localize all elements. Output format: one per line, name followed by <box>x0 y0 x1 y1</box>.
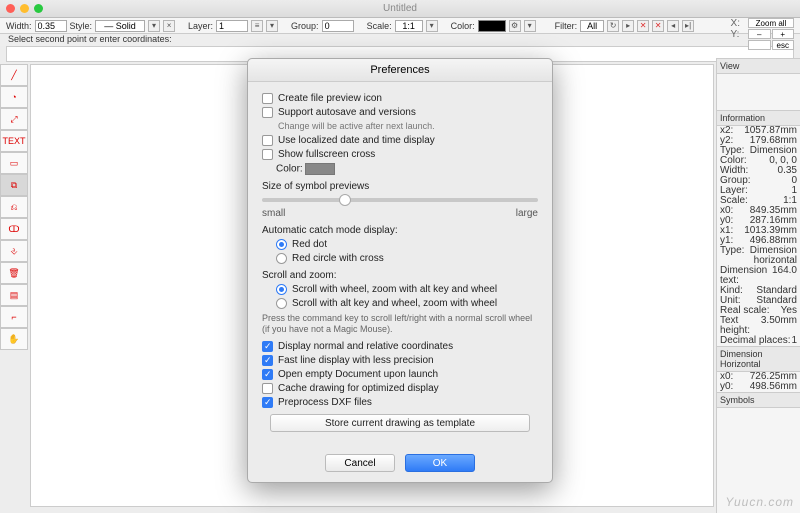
radio-red-dot[interactable]: Red dot <box>276 239 538 250</box>
pref-dxf[interactable]: Preprocess DXF files <box>262 397 538 408</box>
auto-catch-label: Automatic catch mode display: <box>262 225 538 236</box>
scroll-zoom-label: Scroll and zoom: <box>262 270 538 281</box>
small-label: small <box>262 208 285 219</box>
size-label: Size of symbol previews <box>262 181 538 192</box>
large-label: large <box>516 208 538 219</box>
radio-scroll-wheel[interactable]: Scroll with wheel, zoom with alt key and… <box>276 284 538 295</box>
pref-fastline[interactable]: Fast line display with less precision <box>262 355 538 366</box>
preferences-dialog: Preferences Create file preview icon Sup… <box>247 58 553 483</box>
cross-color-label: Color: <box>276 164 303 175</box>
cross-color-swatch[interactable] <box>305 163 335 175</box>
radio-scroll-alt[interactable]: Scroll with alt key and wheel, zoom with… <box>276 298 538 309</box>
radio-red-circle[interactable]: Red circle with cross <box>276 253 538 264</box>
cross-color-row: Color: <box>276 163 538 175</box>
pref-open-empty[interactable]: Open empty Document upon launch <box>262 369 538 380</box>
store-template-button[interactable]: Store current drawing as template <box>270 414 530 432</box>
ok-button[interactable]: OK <box>405 454 475 472</box>
modal-backdrop: Preferences Create file preview icon Sup… <box>0 0 800 513</box>
pref-coords[interactable]: Display normal and relative coordinates <box>262 341 538 352</box>
pref-preview-icon[interactable]: Create file preview icon <box>262 93 538 104</box>
pref-localized-date[interactable]: Use localized date and time display <box>262 135 538 146</box>
preview-size-slider[interactable] <box>262 198 538 202</box>
scroll-note: Press the command key to scroll left/rig… <box>262 313 538 335</box>
autosave-note: Change will be active after next launch. <box>278 121 538 131</box>
pref-cache[interactable]: Cache drawing for optimized display <box>262 383 538 394</box>
pref-fullscreen-cross[interactable]: Show fullscreen cross <box>262 149 538 160</box>
pref-autosave[interactable]: Support autosave and versions <box>262 107 538 118</box>
dialog-title: Preferences <box>248 59 552 82</box>
slider-knob[interactable] <box>339 194 351 206</box>
cancel-button[interactable]: Cancel <box>325 454 395 472</box>
